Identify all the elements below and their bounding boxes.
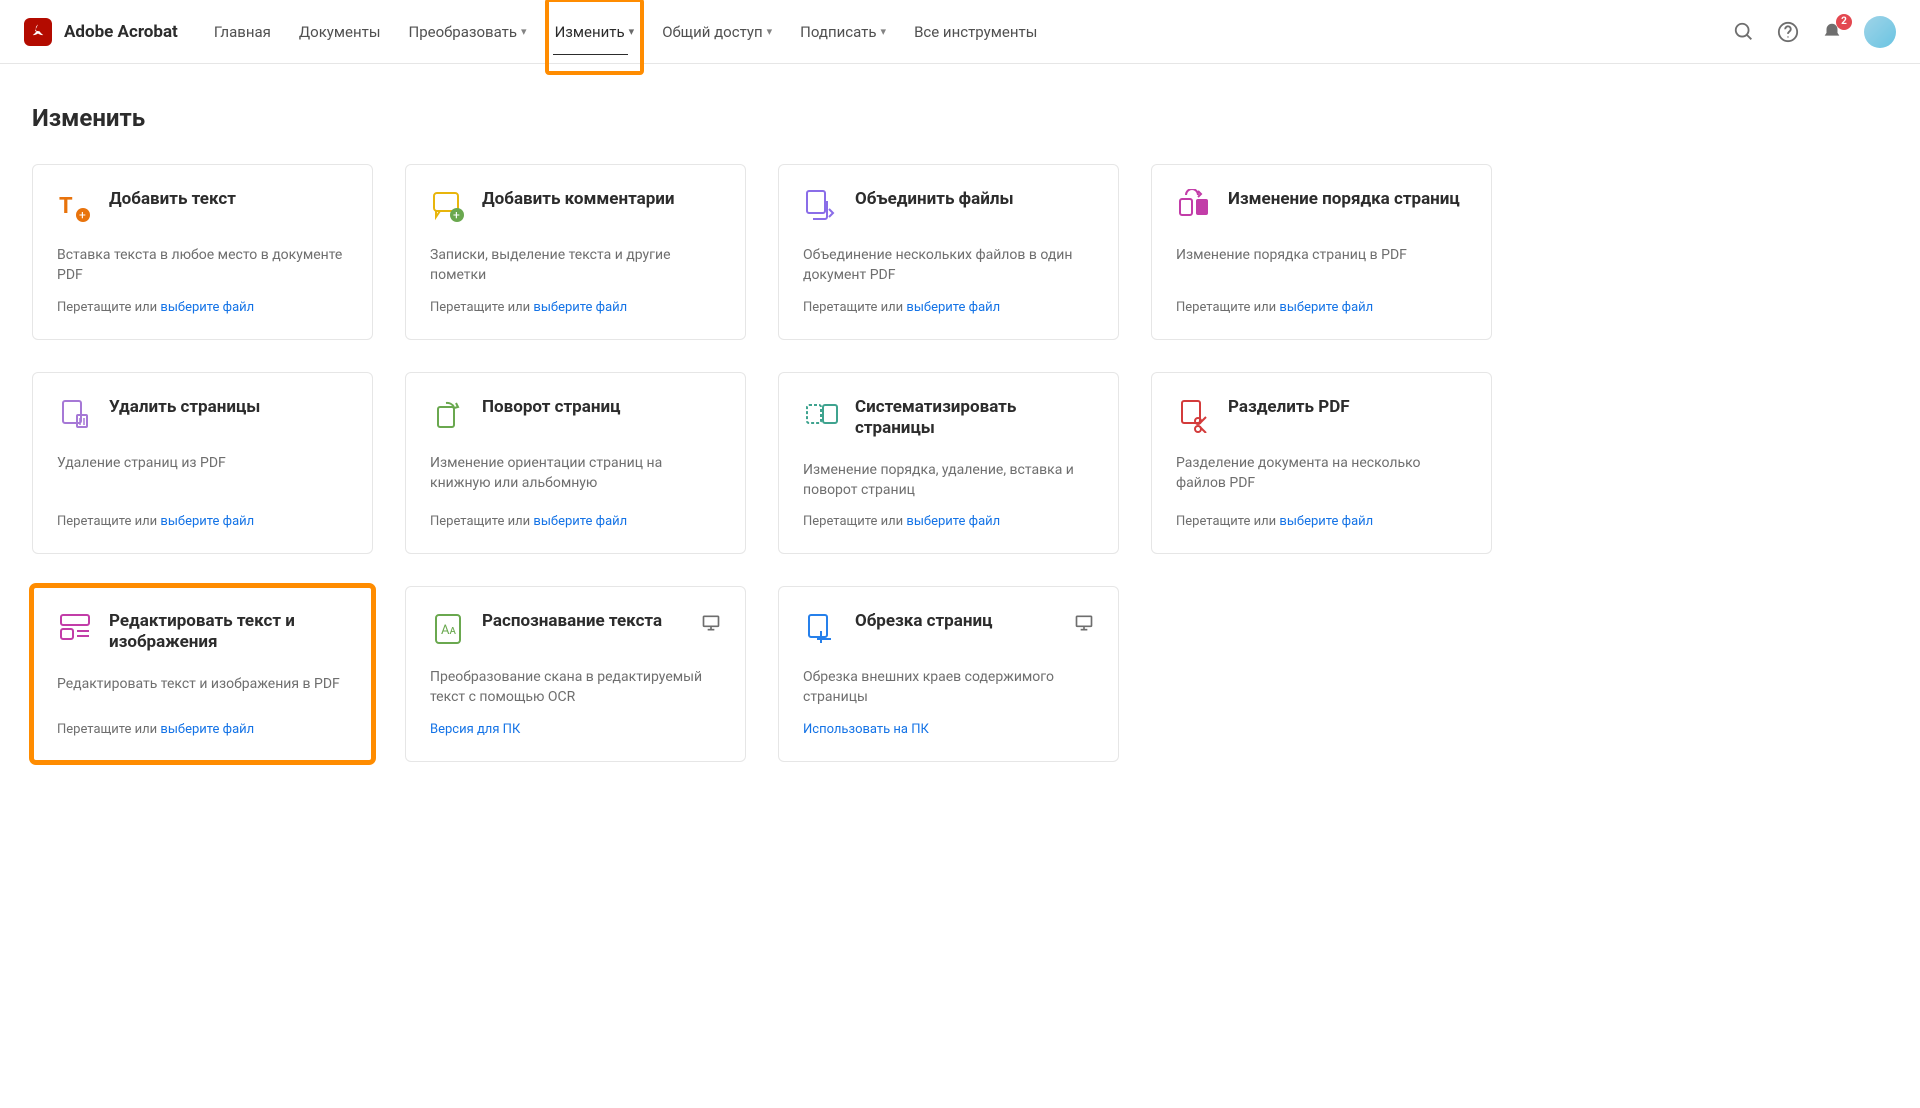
help-icon[interactable] bbox=[1776, 20, 1800, 44]
ocr-icon: Aᴀ bbox=[430, 611, 466, 647]
chevron-down-icon: ▾ bbox=[767, 25, 773, 38]
notification-badge: 2 bbox=[1836, 14, 1852, 30]
nav-edit[interactable]: Изменить▾ bbox=[555, 3, 635, 61]
nav-share[interactable]: Общий доступ▾ bbox=[662, 3, 772, 61]
topbar-right: 2 bbox=[1732, 16, 1896, 48]
desktop-icon bbox=[701, 613, 721, 637]
combine-files-icon bbox=[803, 189, 839, 225]
card-combine-files[interactable]: Объединить файлы Объединение нескольких … bbox=[778, 164, 1119, 340]
select-file-link[interactable]: выберите файл bbox=[906, 514, 1000, 529]
chevron-down-icon: ▾ bbox=[521, 25, 527, 38]
card-add-comments[interactable]: + Добавить комментарии Записки, выделени… bbox=[405, 164, 746, 340]
card-drop-hint: Перетащите или выберите файл bbox=[57, 514, 348, 529]
svg-text:+: + bbox=[79, 208, 86, 222]
card-drop-hint: Перетащите или выберите файл bbox=[1176, 514, 1467, 529]
card-ocr[interactable]: Aᴀ Распознавание текста Преобразование с… bbox=[405, 586, 746, 762]
split-pdf-icon bbox=[1176, 397, 1212, 433]
topbar: Adobe Acrobat Главная Документы Преобраз… bbox=[0, 0, 1920, 64]
nav-sign[interactable]: Подписать▾ bbox=[800, 3, 886, 61]
select-file-link[interactable]: выберите файл bbox=[533, 514, 627, 529]
rotate-pages-icon bbox=[430, 397, 466, 433]
nav-active-underline bbox=[553, 54, 629, 55]
page-content: Изменить T+ Добавить текст Вставка текст… bbox=[0, 64, 1920, 802]
acrobat-logo-icon bbox=[24, 18, 52, 46]
tool-cards-grid: T+ Добавить текст Вставка текста в любое… bbox=[32, 164, 1492, 762]
select-file-link[interactable]: выберите файл bbox=[160, 722, 254, 737]
select-file-link[interactable]: выберите файл bbox=[906, 300, 1000, 315]
select-file-link[interactable]: выберите файл bbox=[533, 300, 627, 315]
nav-home[interactable]: Главная bbox=[214, 3, 271, 61]
add-comments-icon: + bbox=[430, 189, 466, 225]
desktop-icon bbox=[1074, 613, 1094, 637]
page-title: Изменить bbox=[32, 104, 1888, 132]
edit-text-images-icon bbox=[57, 611, 93, 647]
organize-pages-icon bbox=[803, 397, 839, 433]
delete-pages-icon bbox=[57, 397, 93, 433]
card-reorder-pages[interactable]: Изменение порядка страниц Изменение поря… bbox=[1151, 164, 1492, 340]
notifications-icon[interactable]: 2 bbox=[1820, 20, 1844, 44]
user-avatar[interactable] bbox=[1864, 16, 1896, 48]
nav-documents[interactable]: Документы bbox=[299, 3, 381, 61]
select-file-link[interactable]: выберите файл bbox=[1279, 300, 1373, 315]
card-drop-hint: Перетащите или выберите файл bbox=[57, 300, 348, 315]
desktop-version-link[interactable]: Версия для ПК bbox=[430, 722, 520, 737]
crop-pages-icon bbox=[803, 611, 839, 647]
use-on-desktop-link[interactable]: Использовать на ПК bbox=[803, 722, 929, 737]
add-text-icon: T+ bbox=[57, 189, 93, 225]
card-crop-pages[interactable]: Обрезка страниц Обрезка внешних краев со… bbox=[778, 586, 1119, 762]
nav-all-tools[interactable]: Все инструменты bbox=[914, 3, 1037, 61]
select-file-link[interactable]: выберите файл bbox=[160, 514, 254, 529]
card-organize-pages[interactable]: Систематизировать страницы Изменение пор… bbox=[778, 372, 1119, 554]
app-name: Adobe Acrobat bbox=[64, 22, 178, 42]
svg-text:Aᴀ: Aᴀ bbox=[441, 623, 456, 638]
select-file-link[interactable]: выберите файл bbox=[1279, 514, 1373, 529]
svg-text:+: + bbox=[453, 208, 460, 222]
search-icon[interactable] bbox=[1732, 20, 1756, 44]
card-split-pdf[interactable]: Разделить PDF Разделение документа на не… bbox=[1151, 372, 1492, 554]
select-file-link[interactable]: выберите файл bbox=[160, 300, 254, 315]
card-drop-hint: Перетащите или выберите файл bbox=[430, 300, 721, 315]
card-delete-pages[interactable]: Удалить страницы Удаление страниц из PDF… bbox=[32, 372, 373, 554]
reorder-pages-icon bbox=[1176, 189, 1212, 225]
card-drop-hint: Перетащите или выберите файл bbox=[430, 514, 721, 529]
chevron-down-icon: ▾ bbox=[881, 25, 887, 38]
card-add-text[interactable]: T+ Добавить текст Вставка текста в любое… bbox=[32, 164, 373, 340]
card-drop-hint: Перетащите или выберите файл bbox=[1176, 300, 1467, 315]
svg-text:T: T bbox=[59, 194, 73, 219]
card-drop-hint: Перетащите или выберите файл bbox=[803, 514, 1094, 529]
card-drop-hint: Перетащите или выберите файл bbox=[57, 722, 348, 737]
card-rotate-pages[interactable]: Поворот страниц Изменение ориентации стр… bbox=[405, 372, 746, 554]
app-logo[interactable]: Adobe Acrobat bbox=[24, 18, 178, 46]
nav-convert[interactable]: Преобразовать▾ bbox=[409, 3, 527, 61]
chevron-down-icon: ▾ bbox=[629, 25, 635, 38]
card-edit-text-images[interactable]: Редактировать текст и изображения Редакт… bbox=[32, 586, 373, 762]
card-drop-hint: Перетащите или выберите файл bbox=[803, 300, 1094, 315]
